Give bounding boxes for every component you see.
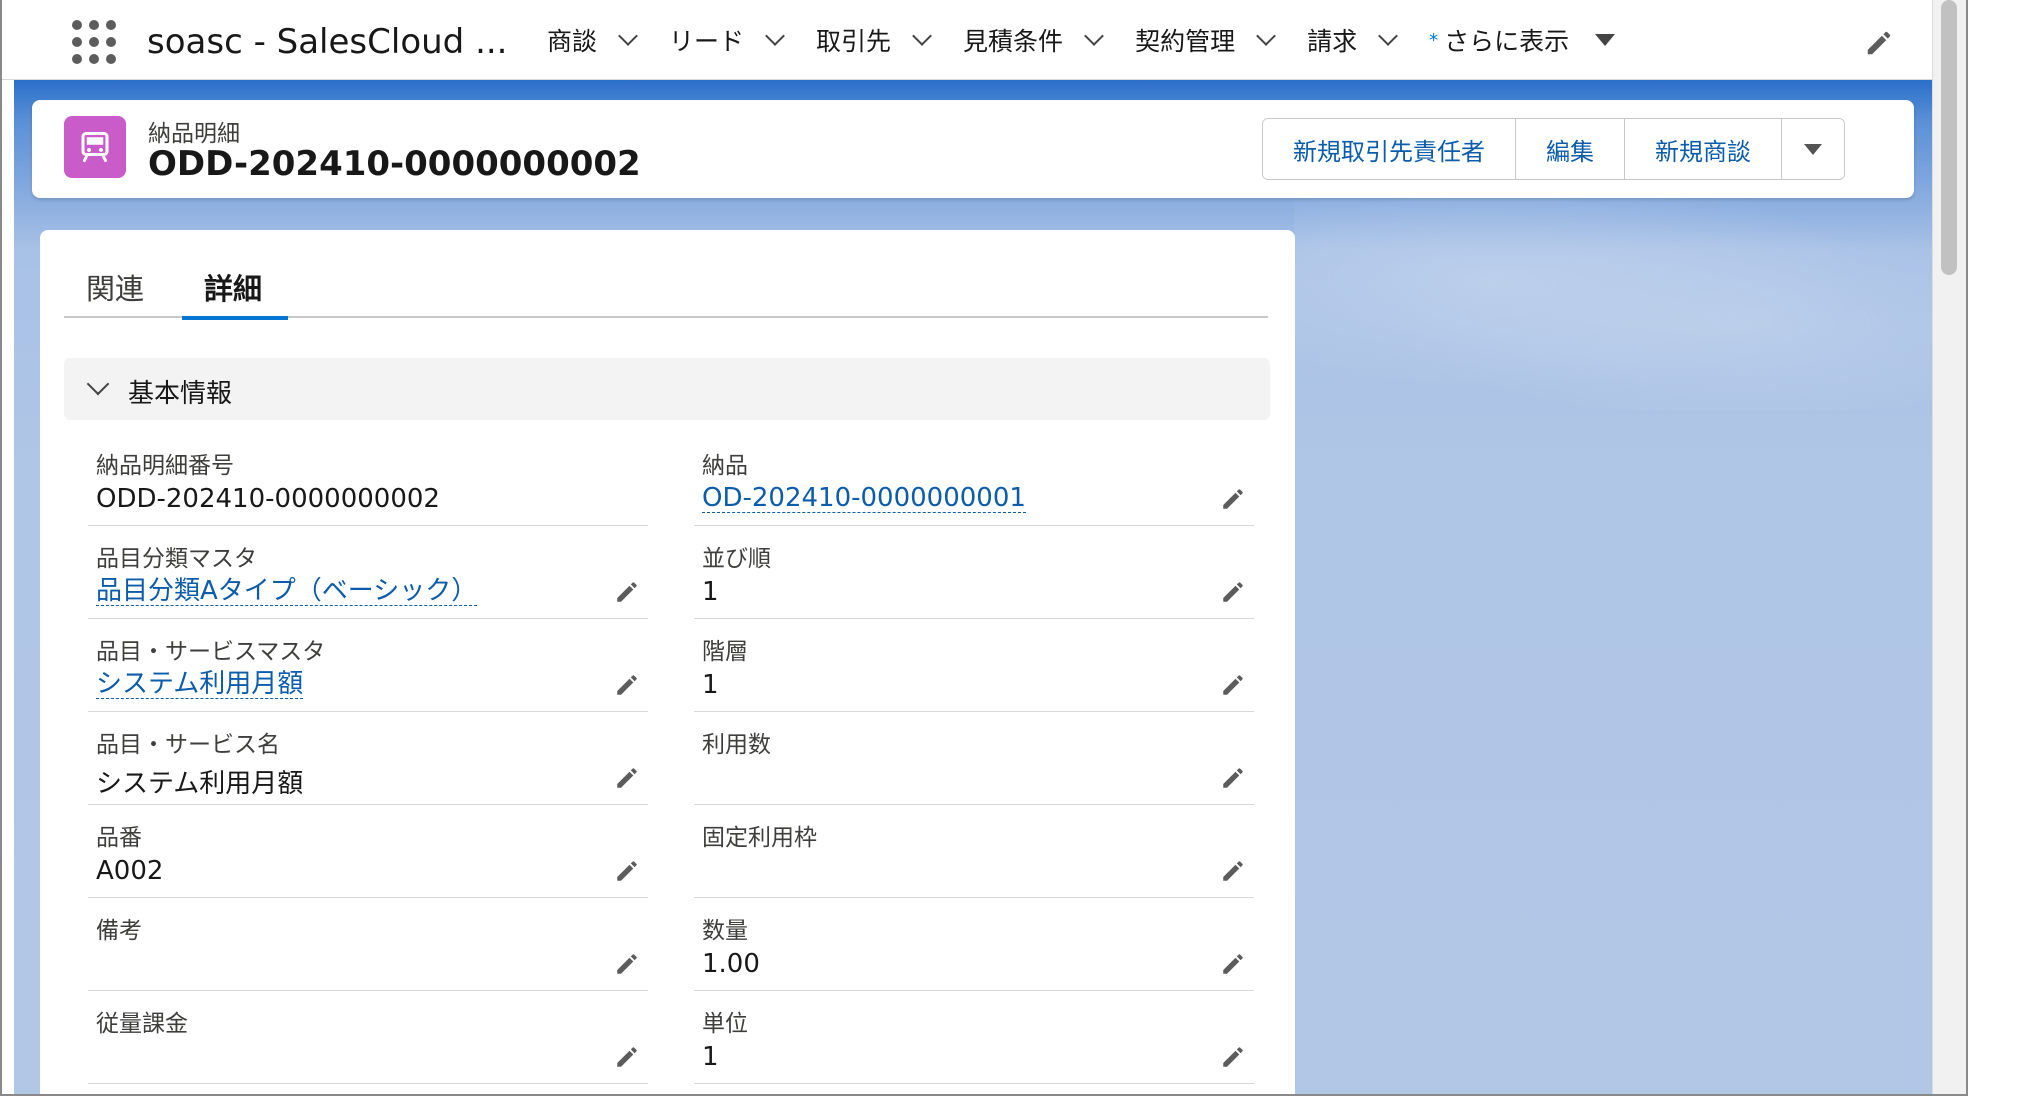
browser-frame: soasc - SalesCloud ... 商談 リード 取引先 見積条件 契…: [0, 0, 1968, 1096]
nav-item-label: 契約管理: [1135, 27, 1236, 56]
nav-item-quote-terms[interactable]: 見積条件: [963, 22, 1104, 58]
detail-card: 関連 詳細 基本情報 納品明細番号 ODD-202410-0000000002 …: [40, 230, 1295, 1094]
pencil-icon[interactable]: [1220, 579, 1246, 605]
field-value: 1.00: [702, 949, 760, 979]
pencil-icon[interactable]: [614, 951, 640, 977]
field-label: 備考: [96, 918, 142, 944]
field-label: 並び順: [702, 546, 771, 572]
field-label: 品番: [96, 825, 142, 851]
pencil-icon[interactable]: [1220, 858, 1246, 884]
field-unit: 単位 1: [694, 998, 1254, 1084]
chevron-down-icon[interactable]: [765, 26, 785, 46]
app-name: soasc - SalesCloud ...: [147, 22, 508, 62]
chevron-down-icon[interactable]: [912, 26, 932, 46]
pencil-icon[interactable]: [1220, 765, 1246, 791]
field-value-link[interactable]: OD-202410-0000000001: [702, 484, 1026, 513]
caret-down-icon: [1804, 143, 1822, 155]
field-label: 納品: [702, 453, 748, 479]
field-label: 単位: [702, 1011, 748, 1037]
tab-details[interactable]: 詳細: [181, 266, 289, 320]
nav-items: 商談 リード 取引先 見積条件 契約管理 請求 * さらに表示: [547, 0, 1649, 80]
nav-item-opportunities[interactable]: 商談: [547, 22, 638, 58]
field-value-link[interactable]: システム利用月額: [96, 670, 304, 699]
chevron-down-icon[interactable]: [86, 372, 110, 396]
field-label: 利用数: [702, 732, 771, 758]
field-label: 品目・サービスマスタ: [96, 639, 326, 665]
vertical-scrollbar[interactable]: [1932, 0, 1966, 1094]
nav-more-label: さらに表示: [1444, 27, 1570, 56]
pencil-icon[interactable]: [1220, 486, 1246, 512]
field-hierarchy: 階層 1: [694, 626, 1254, 712]
caret-down-icon[interactable]: [1595, 34, 1616, 46]
nav-item-label: 取引先: [816, 27, 892, 56]
nav-more-star: *: [1429, 29, 1439, 51]
nav-item-label: 見積条件: [963, 27, 1064, 56]
nav-item-label: 商談: [547, 27, 598, 56]
field-label: 従量課金: [96, 1011, 188, 1037]
action-button-group: 新規取引先責任者 編集 新規商談: [1262, 118, 1845, 180]
nav-item-label: 請求: [1307, 27, 1358, 56]
field-label: 納品明細番号: [96, 453, 234, 479]
field-quantity: 数量 1.00: [694, 905, 1254, 991]
field-usage-billing: 従量課金: [88, 998, 648, 1084]
pencil-icon[interactable]: [614, 765, 640, 791]
chevron-down-icon[interactable]: [1084, 26, 1104, 46]
field-label: 品目分類マスタ: [96, 546, 257, 572]
field-label: 階層: [702, 639, 748, 665]
nav-item-contracts[interactable]: 契約管理: [1135, 22, 1276, 58]
pencil-icon[interactable]: [1220, 1044, 1246, 1070]
background-contour-pattern: [1294, 190, 1934, 410]
field-value: 1: [702, 577, 719, 607]
field-usage-count: 利用数: [694, 719, 1254, 805]
chevron-down-icon[interactable]: [618, 26, 638, 46]
tab-bar: 関連 詳細: [64, 258, 1268, 320]
nav-item-leads[interactable]: リード: [669, 22, 785, 58]
field-value: A002: [96, 856, 164, 886]
field-value: 1: [702, 1042, 719, 1072]
field-item-category-master: 品目分類マスタ 品目分類Aタイプ（ベーシック）: [88, 533, 648, 619]
field-value: システム利用月額: [96, 769, 304, 799]
global-nav: soasc - SalesCloud ... 商談 リード 取引先 見積条件 契…: [2, 0, 1932, 80]
field-value-link[interactable]: 品目分類Aタイプ（ベーシック）: [96, 577, 478, 606]
field-delivery-detail-number: 納品明細番号 ODD-202410-0000000002: [88, 440, 648, 526]
pencil-icon[interactable]: [614, 579, 640, 605]
nav-item-label: リード: [669, 27, 745, 56]
nav-item-billing[interactable]: 請求: [1307, 22, 1398, 58]
field-delivery: 納品 OD-202410-0000000001: [694, 440, 1254, 526]
scrollbar-thumb[interactable]: [1941, 0, 1957, 275]
field-label: 固定利用枠: [702, 825, 817, 851]
pencil-icon[interactable]: [1220, 951, 1246, 977]
pencil-icon[interactable]: [614, 1044, 640, 1070]
new-contact-button[interactable]: 新規取引先責任者: [1263, 119, 1516, 179]
field-item-service-name: 品目・サービス名 システム利用月額: [88, 719, 648, 805]
pencil-icon[interactable]: [614, 858, 640, 884]
field-label: 品目・サービス名: [96, 732, 280, 758]
app-launcher-icon[interactable]: [72, 20, 116, 64]
field-value: ODD-202410-0000000002: [96, 484, 440, 514]
field-item-service-master: 品目・サービスマスタ システム利用月額: [88, 626, 648, 712]
page-title: ODD-202410-0000000002: [148, 144, 641, 184]
field-remarks: 備考: [88, 905, 648, 991]
field-sort-order: 並び順 1: [694, 533, 1254, 619]
chevron-down-icon[interactable]: [1378, 26, 1398, 46]
chevron-down-icon[interactable]: [1256, 26, 1276, 46]
pencil-icon[interactable]: [1220, 672, 1246, 698]
nav-item-accounts[interactable]: 取引先: [816, 22, 932, 58]
field-fixed-usage-quota: 固定利用枠: [694, 812, 1254, 898]
delivery-icon: [64, 116, 126, 178]
pencil-icon[interactable]: [614, 672, 640, 698]
edit-button[interactable]: 編集: [1516, 119, 1625, 179]
new-opportunity-button[interactable]: 新規商談: [1625, 119, 1782, 179]
object-label: 納品明細: [148, 121, 240, 147]
more-actions-button[interactable]: [1782, 119, 1844, 179]
field-label: 数量: [702, 918, 748, 944]
field-value: 1: [702, 670, 719, 700]
field-item-number: 品番 A002: [88, 812, 648, 898]
nav-more[interactable]: * さらに表示: [1429, 22, 1616, 58]
section-header-basic-info[interactable]: 基本情報: [64, 358, 1270, 420]
pencil-icon[interactable]: [1864, 28, 1894, 58]
record-header: 納品明細 ODD-202410-0000000002 新規取引先責任者 編集 新…: [32, 100, 1914, 198]
tab-related[interactable]: 関連: [86, 266, 144, 308]
section-title: 基本情報: [128, 379, 233, 409]
